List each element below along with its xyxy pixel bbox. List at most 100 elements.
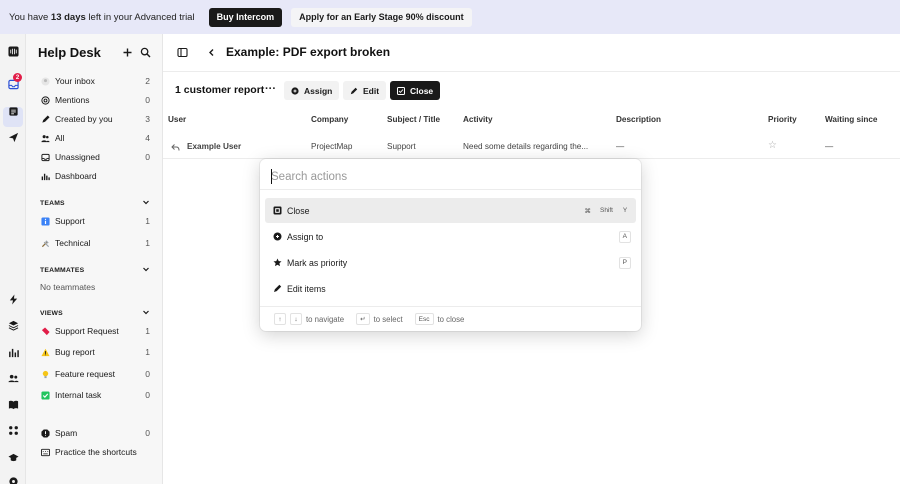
inbox-tray-icon [40, 152, 50, 162]
column-description[interactable]: Description [616, 115, 661, 124]
check-mark-emoji-icon [40, 390, 50, 400]
plus-icon[interactable] [122, 47, 133, 58]
sidebar-item-team-support[interactable]: Support 1 [40, 213, 150, 229]
intercom-logo-icon[interactable] [7, 45, 19, 57]
navigate-hint: to navigate [306, 314, 345, 324]
trial-banner: You have 13 days left in your Advanced t… [0, 0, 900, 34]
report-toolbar: 1 customer report ··· Assign Edit Close [163, 72, 900, 110]
settings-icon[interactable] [7, 475, 19, 484]
palette-footer: ↑ ↓ to navigate ↵ to select Esc to close [274, 313, 476, 325]
top-bar: Example: PDF export broken [163, 34, 900, 72]
apps-grid-icon[interactable] [7, 424, 19, 436]
column-subject[interactable]: Subject / Title [387, 115, 440, 124]
assign-button[interactable]: Assign [284, 81, 340, 100]
divider [260, 189, 641, 190]
more-options-icon[interactable]: ··· [265, 83, 276, 95]
back-chevron-icon[interactable] [206, 47, 217, 58]
warning-emoji-icon [40, 347, 50, 357]
assign-icon [291, 86, 299, 95]
shortcut-key: Shift [599, 207, 613, 214]
sidebar-item-view-support-request[interactable]: Support Request 1 [40, 323, 150, 339]
row-user: Example User [187, 142, 242, 151]
people-icon [40, 133, 50, 143]
down-arrow-key: ↓ [290, 313, 302, 325]
action-mark-as-priority[interactable]: Mark as priority P [265, 250, 636, 275]
shortcut-key: P [618, 256, 631, 269]
search-icon[interactable] [140, 47, 151, 58]
sidebar-title: Help Desk [38, 45, 101, 60]
analytics-icon[interactable] [7, 346, 19, 358]
reply-arrow-icon [171, 143, 180, 154]
enter-key: ↵ [356, 313, 370, 325]
close-hint: to close [437, 314, 465, 324]
trial-text: You have 13 days left in your Advanced t… [9, 11, 195, 23]
sidebar-item-view-bug-report[interactable]: Bug report 1 [40, 344, 150, 360]
at-sign-icon [40, 95, 50, 105]
practice-shortcuts-link[interactable]: Practice the shortcuts [40, 444, 160, 460]
no-teammates-text: No teammates [40, 282, 96, 292]
assign-icon [272, 232, 282, 242]
contacts-icon[interactable] [7, 372, 19, 384]
action-edit-items[interactable]: Edit items [265, 276, 636, 301]
reports-icon[interactable] [7, 105, 19, 117]
row-waiting-since: — [825, 142, 834, 151]
sidebar-item-your-inbox[interactable]: Your inbox 2 [40, 73, 150, 89]
action-close[interactable]: Close ⌘ Shift Y [265, 198, 636, 223]
bar-chart-icon [40, 171, 50, 181]
esc-key: Esc [414, 313, 434, 325]
chevron-down-icon [142, 198, 150, 208]
tools-emoji-icon [40, 238, 50, 248]
column-company[interactable]: Company [311, 115, 348, 124]
command-palette: Close ⌘ Shift Y Assign to A Mark as prio… [260, 159, 641, 331]
page-title: Example: PDF export broken [226, 45, 391, 59]
close-button[interactable]: Close [390, 81, 441, 100]
column-activity[interactable]: Activity [463, 115, 493, 124]
help-desk-sidebar: Help Desk Your inbox 2 Mentions 0 Create… [26, 34, 163, 484]
edit-button[interactable]: Edit [343, 81, 387, 100]
sidebar-item-spam[interactable]: Spam 0 [40, 425, 150, 441]
row-subject: Support [387, 142, 416, 151]
automation-icon[interactable] [7, 293, 19, 305]
sidebar-item-all[interactable]: All 4 [40, 130, 150, 146]
sidebar-item-created-by-you[interactable]: Created by you 3 [40, 111, 150, 127]
shortcut-key: Y [622, 207, 628, 214]
table-header: User Company Subject / Title Activity De… [163, 112, 900, 128]
close-box-icon [397, 86, 405, 95]
chevron-down-icon [142, 265, 150, 275]
sidebar-item-unassigned[interactable]: Unassigned 0 [40, 149, 150, 165]
text-caret [271, 169, 272, 184]
outbound-icon[interactable] [7, 131, 19, 143]
table-row[interactable]: Example User ProjectMap Support Need som… [163, 139, 900, 159]
shortcut-key: ⌘ [584, 207, 591, 215]
info-emoji-icon [40, 216, 50, 226]
articles-book-icon[interactable] [7, 398, 19, 410]
search-actions-input[interactable] [271, 169, 631, 185]
toggle-sidebar-icon[interactable] [177, 47, 188, 58]
knowledge-layers-icon[interactable] [7, 319, 19, 331]
column-user[interactable]: User [168, 115, 186, 124]
sidebar-item-view-feature-request[interactable]: Feature request 0 [40, 366, 150, 382]
sidebar-item-team-technical[interactable]: Technical 1 [40, 235, 150, 251]
academy-icon[interactable] [7, 451, 19, 463]
sidebar-item-dashboard[interactable]: Dashboard [40, 168, 150, 184]
views-section-header[interactable]: VIEWS [40, 308, 150, 318]
pencil-icon [40, 114, 50, 124]
divider [260, 306, 641, 307]
teammates-section-header[interactable]: TEAMMATES [40, 265, 150, 275]
action-assign-to[interactable]: Assign to A [265, 224, 636, 249]
column-waiting-since[interactable]: Waiting since [825, 115, 877, 124]
select-hint: to select [373, 314, 403, 324]
priority-star-icon[interactable]: ☆ [768, 140, 777, 151]
apply-discount-button[interactable]: Apply for an Early Stage 90% discount [291, 7, 472, 27]
close-box-icon [272, 206, 282, 216]
column-priority[interactable]: Priority [768, 115, 797, 124]
sidebar-item-view-internal-task[interactable]: Internal task 0 [40, 387, 150, 403]
shortcut-key: A [618, 230, 631, 243]
avatar [40, 76, 50, 86]
pencil-icon [272, 284, 282, 294]
buy-intercom-button[interactable]: Buy Intercom [208, 7, 283, 27]
sidebar-item-mentions[interactable]: Mentions 0 [40, 92, 150, 108]
lightbulb-emoji-icon [40, 369, 50, 379]
star-icon [272, 258, 282, 268]
teams-section-header[interactable]: TEAMS [40, 198, 150, 208]
